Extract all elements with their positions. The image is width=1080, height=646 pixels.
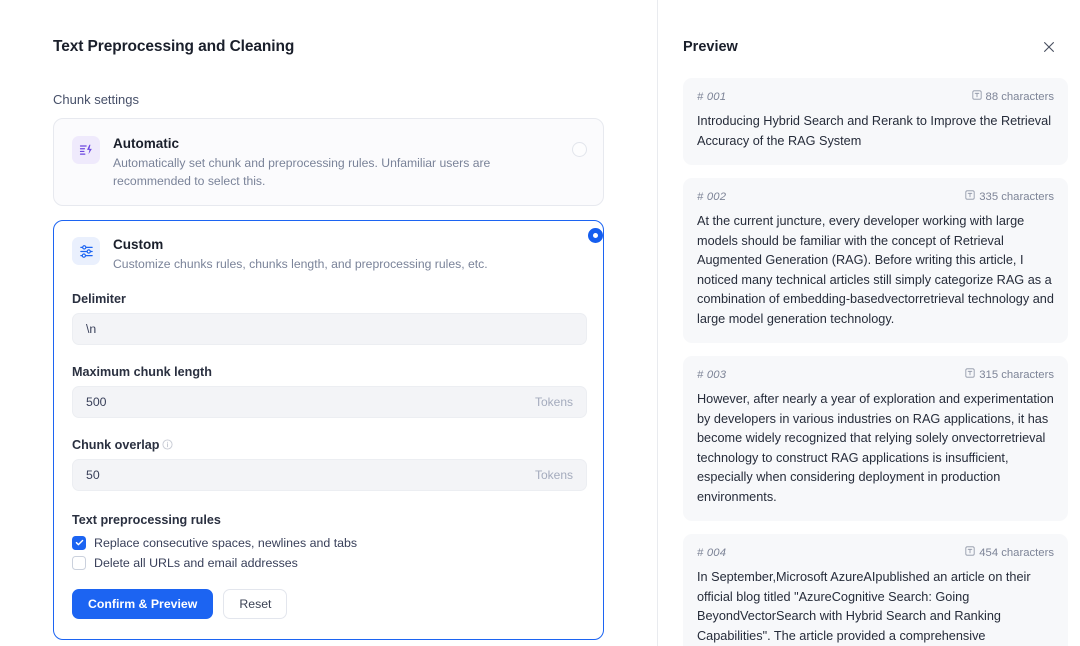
- checkbox-delete-urls[interactable]: [72, 555, 86, 570]
- auto-magic-wand-icon: [72, 136, 100, 164]
- confirm-preview-button[interactable]: Confirm & Preview: [72, 588, 214, 619]
- chunk-overlap-label: Chunk overlap: [72, 438, 587, 452]
- chunk-text: However, after nearly a year of explorat…: [697, 392, 1054, 504]
- option-custom-title: Custom: [113, 237, 164, 252]
- info-circle-icon[interactable]: [162, 439, 174, 450]
- chunk-overlap-label-text: Chunk overlap: [72, 437, 160, 452]
- preview-header: Preview: [683, 38, 1068, 56]
- preprocessing-rules-label: Text preprocessing rules: [72, 512, 221, 527]
- sliders-settings-icon: [72, 237, 100, 265]
- radio-automatic[interactable]: [572, 142, 587, 157]
- chunk-card: # 004 454 characters In September,Micros…: [683, 534, 1068, 646]
- option-automatic-title: Automatic: [113, 136, 180, 151]
- rule-row-replace-spaces[interactable]: Replace consecutive spaces, newlines and…: [72, 535, 587, 550]
- delimiter-label-text: Delimiter: [72, 291, 126, 306]
- chunk-character-count: 315 characters: [965, 368, 1054, 381]
- chunk-text: At the current juncture, every developer…: [697, 214, 1054, 326]
- option-automatic-description: Automatically set chunk and preprocessin…: [113, 156, 491, 188]
- option-automatic-header: Automatic Automatically set chunk and pr…: [72, 135, 587, 190]
- chunk-overlap-value: 50: [86, 467, 100, 482]
- rule-row-delete-urls[interactable]: Delete all URLs and email addresses: [72, 555, 587, 570]
- close-icon[interactable]: [1040, 38, 1058, 56]
- chunk-number: # 002: [697, 190, 727, 203]
- delimiter-value: \n: [86, 321, 97, 336]
- text-box-icon: [971, 90, 982, 103]
- max-chunk-length-value: 500: [86, 394, 107, 409]
- chunk-number: # 003: [697, 368, 727, 381]
- text-box-icon: [965, 546, 975, 559]
- max-chunk-length-input[interactable]: 500 Tokens: [72, 385, 587, 418]
- chunk-card: # 001 88 characters Introducing Hybrid S…: [683, 78, 1068, 165]
- rule-label-delete-urls: Delete all URLs and email addresses: [94, 555, 298, 570]
- custom-settings-form: Delimiter \n Maximum chunk length 500 To…: [54, 292, 603, 639]
- option-card-automatic[interactable]: Automatic Automatically set chunk and pr…: [53, 118, 604, 206]
- preview-panel: Preview # 001 88 characters Introducing …: [658, 0, 1080, 646]
- chunk-overlap-input[interactable]: 50 Tokens: [72, 458, 587, 491]
- chunk-meta: # 004 454 characters: [697, 546, 1054, 559]
- chunk-character-count-text: 335 characters: [979, 190, 1054, 203]
- rule-label-replace-spaces: Replace consecutive spaces, newlines and…: [94, 535, 358, 550]
- chunk-overlap-unit: Tokens: [534, 467, 573, 482]
- chunk-character-count-text: 315 characters: [979, 368, 1054, 381]
- preview-title: Preview: [683, 39, 738, 55]
- chunk-text: In September,Microsoft AzureAIpublished …: [697, 570, 1031, 643]
- option-custom-text: Custom Customize chunks rules, chunks le…: [113, 236, 587, 274]
- chunk-settings-label: Chunk settings: [53, 92, 139, 107]
- page-title: Text Preprocessing and Cleaning: [53, 38, 295, 55]
- radio-custom[interactable]: [588, 228, 603, 243]
- chunk-character-count-text: 88 characters: [985, 90, 1054, 103]
- delimiter-input[interactable]: \n: [72, 312, 587, 345]
- chunk-character-count: 454 characters: [965, 546, 1054, 559]
- chunk-card: # 003 315 characters However, after near…: [683, 356, 1068, 521]
- option-card-custom[interactable]: Custom Customize chunks rules, chunks le…: [53, 220, 604, 640]
- text-box-icon: [965, 368, 975, 381]
- checkbox-replace-spaces[interactable]: [72, 535, 86, 550]
- settings-panel: Text Preprocessing and Cleaning Chunk se…: [0, 0, 658, 646]
- chunk-character-count-text: 454 characters: [979, 546, 1054, 559]
- delimiter-label: Delimiter: [72, 292, 587, 306]
- max-chunk-length-label-text: Maximum chunk length: [72, 364, 212, 379]
- reset-button[interactable]: Reset: [223, 588, 288, 619]
- max-chunk-length-unit: Tokens: [534, 394, 573, 409]
- chunk-number: # 004: [697, 546, 727, 559]
- option-automatic-text: Automatic Automatically set chunk and pr…: [113, 135, 587, 190]
- option-custom-description: Customize chunks rules, chunks length, a…: [113, 257, 488, 271]
- chunk-character-count: 335 characters: [965, 190, 1054, 203]
- form-actions: Confirm & Preview Reset: [72, 588, 587, 619]
- chunk-card: # 002 335 characters At the current junc…: [683, 178, 1068, 343]
- chunk-meta: # 001 88 characters: [697, 90, 1054, 103]
- chunk-number: # 001: [697, 90, 727, 103]
- chunk-text: Introducing Hybrid Search and Rerank to …: [697, 114, 1052, 148]
- chunk-meta: # 003 315 characters: [697, 368, 1054, 381]
- chunk-character-count: 88 characters: [971, 90, 1054, 103]
- text-box-icon: [965, 190, 975, 203]
- chunk-preview-list[interactable]: # 001 88 characters Introducing Hybrid S…: [683, 78, 1068, 646]
- chunk-settings-screen: Text Preprocessing and Cleaning Chunk se…: [0, 0, 1080, 646]
- option-custom-header[interactable]: Custom Customize chunks rules, chunks le…: [54, 221, 603, 288]
- max-chunk-length-label: Maximum chunk length: [72, 365, 587, 379]
- chunk-meta: # 002 335 characters: [697, 190, 1054, 203]
